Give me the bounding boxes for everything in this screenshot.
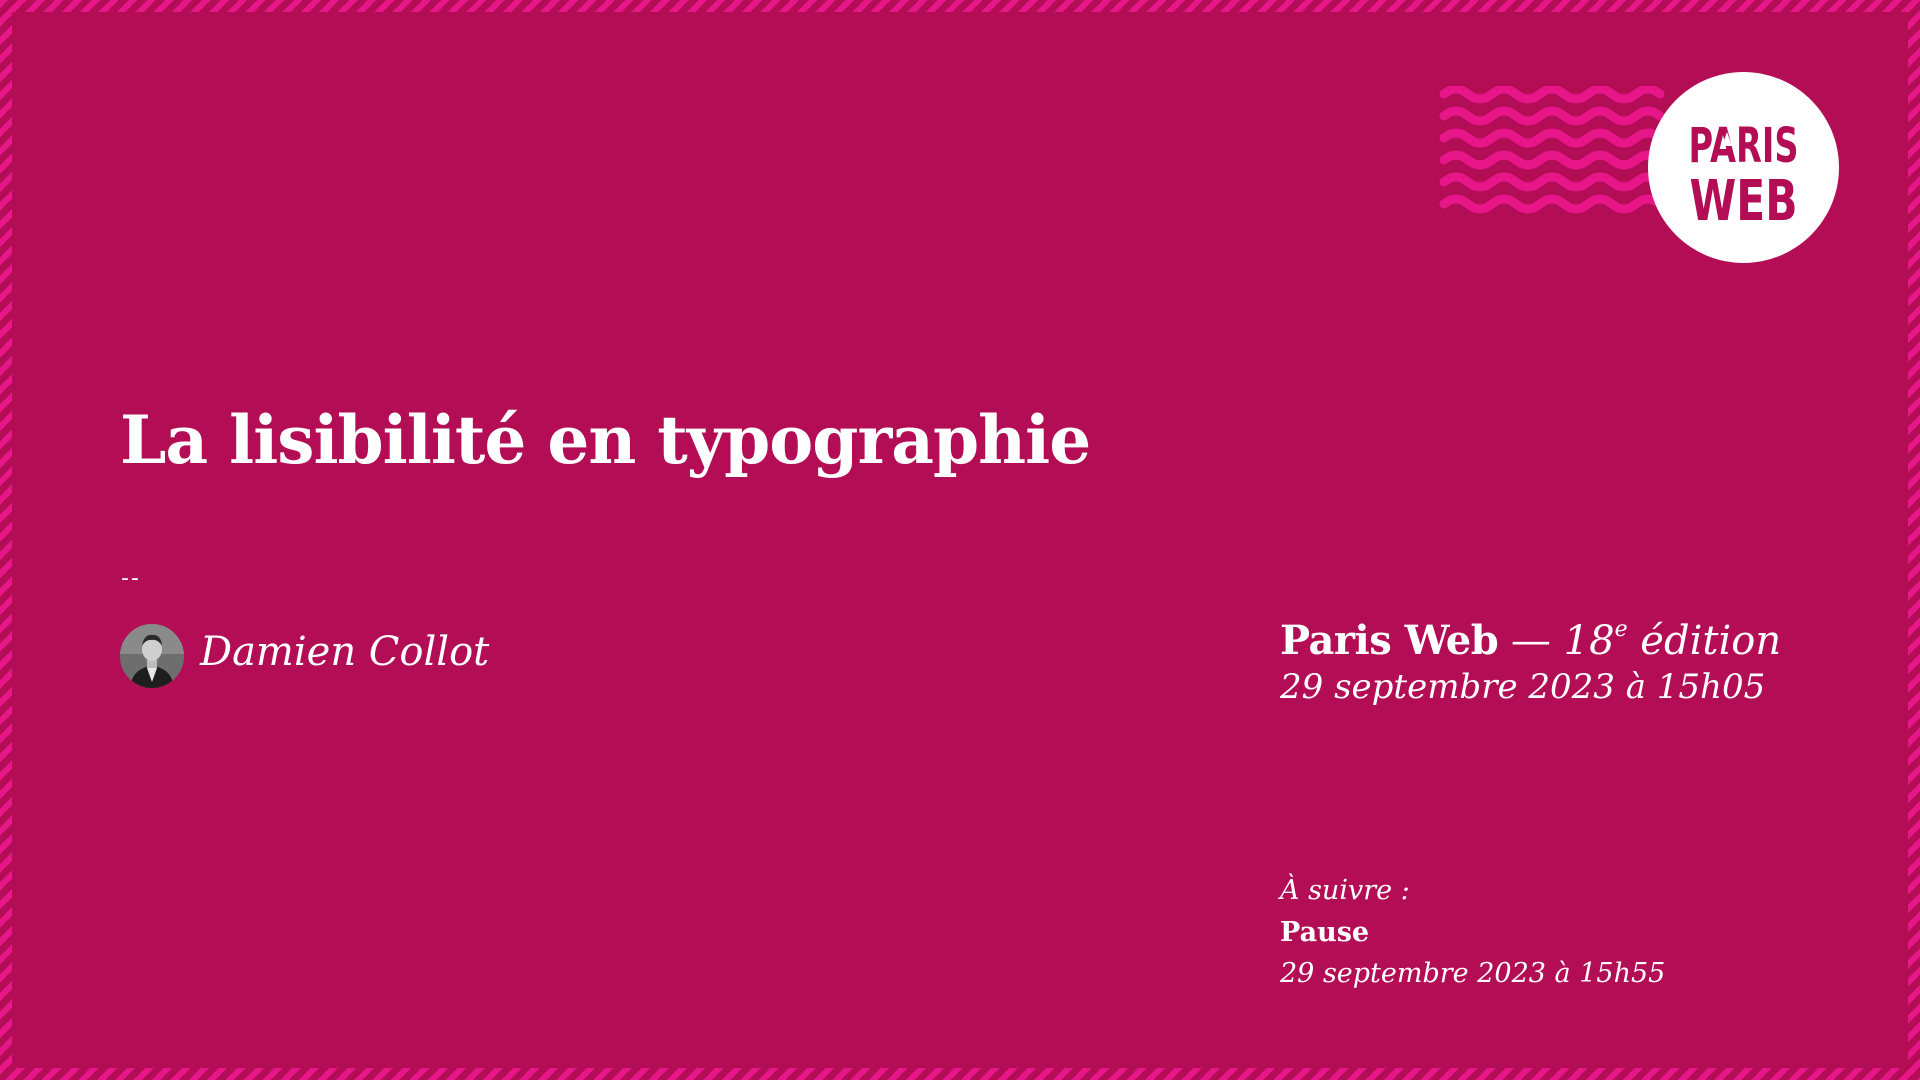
event-date: 29 septembre 2023 à 15h05 [1280, 667, 1766, 707]
edition-suffix: e [1614, 617, 1628, 642]
talk-title: La lisibilité en typographie [120, 401, 1091, 479]
paris-web-logo-mark: PARIS WEB [1689, 118, 1799, 234]
speaker-avatar [120, 624, 184, 688]
event-name: Paris Web [1280, 617, 1499, 664]
next-date: 29 septembre 2023 à 15h55 [1280, 958, 1666, 989]
event-dash: — [1498, 618, 1564, 664]
next-label: À suivre : [1280, 875, 1410, 906]
wave-decoration-icon [1439, 86, 1665, 214]
edition-number: 18 [1563, 618, 1615, 664]
speaker-name: Damien Collot [200, 629, 490, 675]
event-heading: Paris Web — 18e édition [1280, 618, 1781, 664]
paris-web-logo: PARIS WEB [1648, 72, 1839, 263]
event-edition: 18e édition [1564, 618, 1781, 664]
speaker-photo [120, 624, 184, 688]
edition-word: édition [1627, 618, 1782, 664]
next-title: Pause [1280, 917, 1370, 948]
title-separator: -- [121, 566, 141, 591]
logo-line-2: WEB [1690, 169, 1798, 234]
logo-line-1: PARIS [1689, 118, 1799, 174]
